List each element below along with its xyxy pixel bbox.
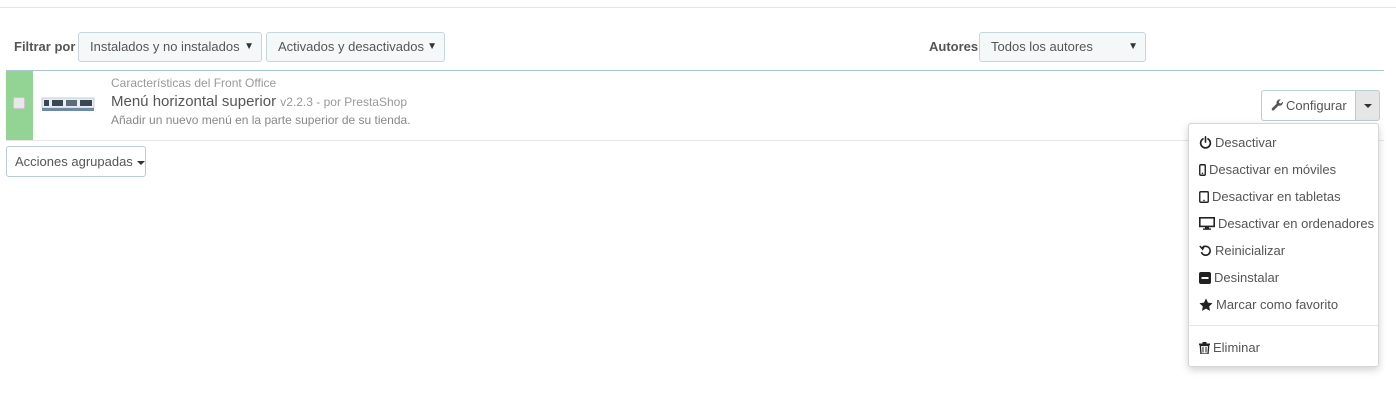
active-filter-select[interactable]: Activados y desactivados ▼ bbox=[266, 32, 445, 62]
module-description: Añadir un nuevo menú en la parte superio… bbox=[111, 113, 411, 127]
module-checkbox[interactable] bbox=[13, 97, 25, 109]
mobile-icon bbox=[1199, 163, 1206, 176]
menu-item-label: Desactivar en móviles bbox=[1209, 162, 1337, 177]
menu-item-deactivate-mobile[interactable]: Desactivar en móviles bbox=[1199, 162, 1336, 177]
module-title: Menú horizontal superior v2.2.3 - por Pr… bbox=[111, 93, 407, 110]
menu-divider bbox=[1189, 325, 1378, 326]
menu-item-deactivate[interactable]: Desactivar bbox=[1199, 135, 1276, 150]
menu-item-label: Marcar como favorito bbox=[1216, 297, 1339, 312]
actions-dropdown-toggle[interactable] bbox=[1355, 90, 1380, 121]
configure-label: Configurar bbox=[1286, 98, 1347, 113]
menu-item-label: Eliminar bbox=[1213, 340, 1260, 355]
menu-item-favorite[interactable]: Marcar como favorito bbox=[1199, 297, 1338, 312]
menu-item-reset[interactable]: Reinicializar bbox=[1199, 243, 1285, 258]
configure-button[interactable]: Configurar bbox=[1261, 90, 1356, 121]
menu-item-deactivate-tablet[interactable]: Desactivar en tabletas bbox=[1199, 189, 1341, 204]
top-divider bbox=[0, 7, 1396, 8]
bulk-actions-button[interactable]: Acciones agrupadas bbox=[6, 146, 146, 177]
desktop-icon bbox=[1199, 217, 1215, 230]
trash-icon bbox=[1199, 341, 1210, 354]
caret-down-icon: ▼ bbox=[427, 41, 437, 52]
module-row-top-border bbox=[6, 70, 1384, 71]
module-logo bbox=[40, 92, 96, 114]
menu-item-label: Desactivar en tabletas bbox=[1212, 189, 1341, 204]
install-filter-value: Instalados y no instalados bbox=[90, 39, 240, 54]
menu-item-label: Desactivar bbox=[1215, 135, 1277, 150]
power-icon bbox=[1199, 136, 1212, 149]
menu-item-label: Desactivar en ordenadores bbox=[1218, 216, 1375, 231]
module-category: Características del Front Office bbox=[111, 76, 277, 90]
wrench-icon bbox=[1271, 99, 1283, 111]
menu-item-delete[interactable]: Eliminar bbox=[1199, 340, 1260, 355]
caret-down-icon bbox=[1364, 104, 1372, 108]
install-filter-select[interactable]: Instalados y no instalados ▼ bbox=[78, 32, 262, 62]
star-icon bbox=[1199, 298, 1213, 311]
authors-label: Autores bbox=[929, 39, 979, 54]
menu-item-label: Reinicializar bbox=[1215, 243, 1286, 258]
tablet-icon bbox=[1199, 190, 1209, 203]
menu-item-deactivate-desktop[interactable]: Desactivar en ordenadores bbox=[1199, 216, 1374, 231]
active-filter-value: Activados y desactivados bbox=[278, 39, 424, 54]
module-actions-menu: Desactivar Desactivar en móviles Desacti… bbox=[1188, 123, 1379, 367]
undo-icon bbox=[1199, 245, 1211, 257]
minus-square-icon bbox=[1199, 271, 1211, 284]
caret-down-icon bbox=[136, 160, 145, 165]
module-name: Menú horizontal superior bbox=[111, 93, 277, 110]
menu-item-uninstall[interactable]: Desinstalar bbox=[1199, 270, 1279, 285]
menu-item-label: Desinstalar bbox=[1214, 270, 1280, 285]
module-row-bottom-border bbox=[6, 140, 1384, 141]
authors-filter-select[interactable]: Todos los autores ▼ bbox=[979, 32, 1146, 62]
caret-down-icon: ▼ bbox=[1128, 41, 1138, 52]
caret-down-icon: ▼ bbox=[244, 41, 254, 52]
filter-label: Filtrar por bbox=[14, 39, 76, 54]
module-version: v2.2.3 - por PrestaShop bbox=[280, 95, 408, 109]
authors-filter-value: Todos los autores bbox=[991, 39, 1093, 54]
bulk-actions-label: Acciones agrupadas bbox=[15, 154, 133, 169]
